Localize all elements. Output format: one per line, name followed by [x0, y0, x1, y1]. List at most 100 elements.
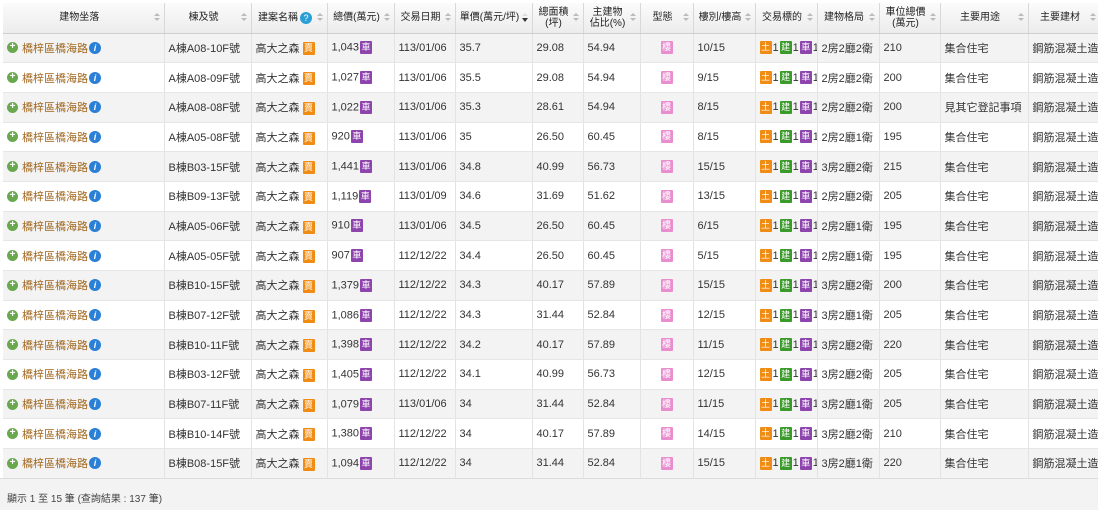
address-link[interactable]: 橋梓區橋海路	[22, 310, 88, 322]
plus-circle-icon[interactable]: +	[7, 279, 18, 291]
info-icon[interactable]: i	[89, 338, 101, 351]
table-row[interactable]: + 橋梓區橋海路 i B棟B07-12F號 高大之森賣 1,086 車 112/12/…	[3, 300, 1098, 331]
address-link[interactable]: 橋梓區橋海路	[22, 43, 88, 55]
plus-circle-icon[interactable]: +	[7, 250, 18, 262]
building-type-badge[interactable]: 樓	[660, 160, 673, 174]
table-row[interactable]: + 橋梓區橋海路 i B棟B10-15F號 高大之森賣 1,379 車 112/12/…	[3, 270, 1098, 301]
sort-icon[interactable]	[383, 13, 390, 23]
info-icon[interactable]: i	[89, 101, 101, 114]
sort-icon[interactable]	[316, 13, 323, 23]
col-header-area[interactable]: 總面積 (坪)	[532, 3, 584, 34]
table-row[interactable]: + 橋梓區橋海路 i B棟B03-15F號 高大之森賣 1,441 車 113/01/…	[3, 151, 1098, 182]
plus-circle-icon[interactable]: +	[7, 428, 18, 440]
sort-icon[interactable]	[153, 13, 160, 23]
plus-circle-icon[interactable]: +	[7, 161, 18, 173]
info-icon[interactable]: i	[89, 249, 101, 262]
table-row[interactable]: + 橋梓區橋海路 i A棟A05-08F號 高大之森賣 920 車 113/01/06…	[3, 122, 1098, 153]
building-type-badge[interactable]: 樓	[660, 427, 673, 441]
info-icon[interactable]: i	[89, 457, 101, 470]
col-header-layout[interactable]: 建物格局	[817, 3, 880, 34]
building-type-badge[interactable]: 樓	[660, 189, 673, 203]
info-icon[interactable]: i	[89, 427, 101, 440]
info-icon[interactable]: i	[89, 398, 101, 411]
info-icon[interactable]: i	[89, 130, 101, 143]
table-row[interactable]: + 橋梓區橋海路 i B棟B07-11F號 高大之森賣 1,079 車 113/01/…	[3, 389, 1098, 420]
building-type-badge[interactable]: 樓	[660, 71, 673, 85]
info-icon[interactable]: i	[89, 160, 101, 173]
building-type-badge[interactable]: 樓	[660, 456, 673, 470]
table-row[interactable]: + 橋梓區橋海路 i B棟B09-13F號 高大之森賣 1,119 車 113/01/…	[3, 181, 1098, 212]
col-header-floor[interactable]: 樓別/樓高	[693, 3, 756, 34]
table-row[interactable]: + 橋梓區橋海路 i A棟A05-05F號 高大之森賣 907 車 112/12/22…	[3, 240, 1098, 271]
col-header-material[interactable]: 主要建材	[1028, 3, 1098, 34]
building-type-badge[interactable]: 樓	[660, 278, 673, 292]
sort-icon[interactable]	[572, 13, 579, 23]
sort-icon[interactable]	[929, 13, 936, 23]
building-type-badge[interactable]: 樓	[660, 219, 673, 233]
address-link[interactable]: 橋梓區橋海路	[22, 221, 88, 233]
address-link[interactable]: 橋梓區橋海路	[22, 458, 88, 470]
info-icon[interactable]: i	[89, 368, 101, 381]
col-header-total-price[interactable]: 總價(萬元)	[327, 3, 395, 34]
address-link[interactable]: 橋梓區橋海路	[22, 429, 88, 441]
address-link[interactable]: 橋梓區橋海路	[22, 251, 88, 263]
col-header-usage[interactable]: 主要用途	[940, 3, 1029, 34]
table-row[interactable]: + 橋梓區橋海路 i B棟B03-12F號 高大之森賣 1,405 車 112/12/…	[3, 359, 1098, 390]
table-row[interactable]: + 橋梓區橋海路 i A棟A08-10F號 高大之森賣 1,043 車 113/01/…	[3, 33, 1098, 64]
table-row[interactable]: + 橋梓區橋海路 i B棟B08-15F號 高大之森賣 1,094 車 112/12/…	[3, 448, 1098, 479]
sort-desc-icon[interactable]	[521, 13, 528, 23]
building-type-badge[interactable]: 樓	[660, 367, 673, 381]
address-link[interactable]: 橋梓區橋海路	[22, 399, 88, 411]
sort-icon[interactable]	[1089, 13, 1096, 23]
table-row[interactable]: + 橋梓區橋海路 i B棟B10-11F號 高大之森賣 1,398 車 112/12/…	[3, 329, 1098, 361]
address-link[interactable]: 橋梓區橋海路	[22, 280, 88, 292]
building-type-badge[interactable]: 樓	[660, 338, 673, 352]
address-link[interactable]: 橋梓區橋海路	[22, 162, 88, 174]
col-header-address[interactable]: 建物坐落	[3, 3, 165, 34]
plus-circle-icon[interactable]: +	[7, 42, 18, 54]
building-type-badge[interactable]: 樓	[660, 41, 673, 55]
building-type-badge[interactable]: 樓	[660, 308, 673, 322]
sort-icon[interactable]	[868, 13, 875, 23]
table-row[interactable]: + 橋梓區橋海路 i A棟A05-06F號 高大之森賣 910 車 113/01/06…	[3, 211, 1098, 242]
table-row[interactable]: + 橋梓區橋海路 i A棟A08-08F號 高大之森賣 1,022 車 113/01/…	[3, 92, 1098, 123]
plus-circle-icon[interactable]: +	[7, 339, 18, 351]
table-row[interactable]: + 橋梓區橋海路 i B棟B10-14F號 高大之森賣 1,380 車 112/12/…	[3, 418, 1098, 450]
plus-circle-icon[interactable]: +	[7, 309, 18, 321]
plus-circle-icon[interactable]: +	[7, 368, 18, 380]
plus-circle-icon[interactable]: +	[7, 398, 18, 410]
sort-icon[interactable]	[240, 13, 247, 23]
sort-icon[interactable]	[444, 13, 451, 23]
sort-icon[interactable]	[744, 13, 751, 23]
col-header-project[interactable]: 建案名稱?	[251, 3, 328, 34]
address-link[interactable]: 橋梓區橋海路	[22, 73, 88, 85]
plus-circle-icon[interactable]: +	[7, 101, 18, 113]
sort-icon[interactable]	[629, 13, 636, 23]
plus-circle-icon[interactable]: +	[7, 131, 18, 143]
col-header-unit-price[interactable]: 單價(萬元/坪)	[455, 3, 533, 34]
sort-icon[interactable]	[1017, 13, 1024, 23]
col-header-date[interactable]: 交易日期	[394, 3, 456, 34]
question-icon[interactable]: ?	[300, 11, 312, 24]
building-type-badge[interactable]: 樓	[660, 100, 673, 114]
address-link[interactable]: 橋梓區橋海路	[22, 132, 88, 144]
info-icon[interactable]: i	[89, 190, 101, 203]
col-header-ratio[interactable]: 主建物 佔比(%)	[583, 3, 641, 34]
info-icon[interactable]: i	[89, 309, 101, 322]
plus-circle-icon[interactable]: +	[7, 457, 18, 469]
sort-icon[interactable]	[806, 13, 813, 23]
col-header-parking[interactable]: 車位總價 (萬元)	[879, 3, 941, 34]
plus-circle-icon[interactable]: +	[7, 190, 18, 202]
col-header-type[interactable]: 型態	[640, 3, 694, 34]
info-icon[interactable]: i	[89, 219, 101, 232]
plus-circle-icon[interactable]: +	[7, 72, 18, 84]
col-header-building[interactable]: 棟及號	[164, 3, 252, 34]
info-icon[interactable]: i	[89, 279, 101, 292]
table-row[interactable]: + 橋梓區橋海路 i A棟A08-09F號 高大之森賣 1,027 車 113/01/…	[3, 62, 1098, 93]
plus-circle-icon[interactable]: +	[7, 220, 18, 232]
building-type-badge[interactable]: 樓	[660, 249, 673, 263]
info-icon[interactable]: i	[89, 41, 101, 54]
building-type-badge[interactable]: 樓	[660, 397, 673, 411]
address-link[interactable]: 橋梓區橋海路	[22, 340, 88, 352]
col-header-deal[interactable]: 交易標的	[755, 3, 818, 34]
